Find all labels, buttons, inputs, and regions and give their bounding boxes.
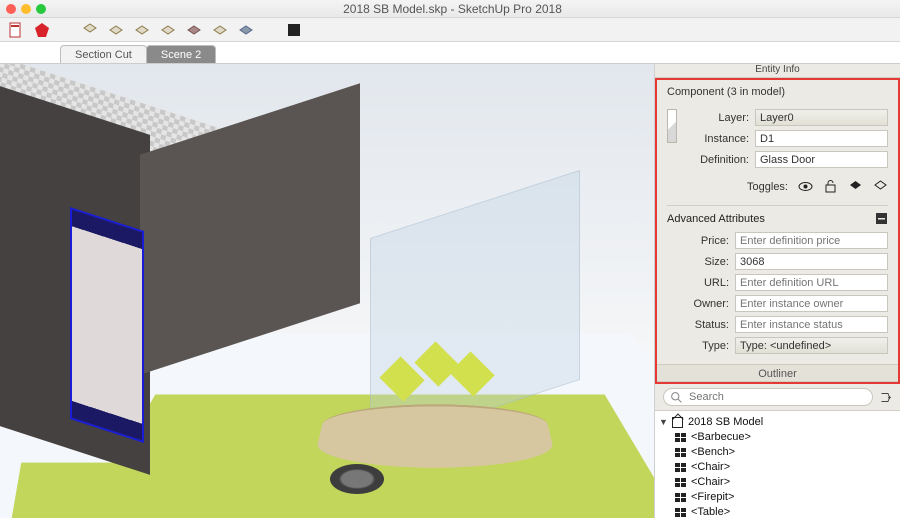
outliner-search-row (655, 384, 900, 411)
outliner-item-table[interactable]: <Table> (657, 505, 896, 518)
tab-section-cut[interactable]: Section Cut (60, 45, 147, 63)
status-label: Status: (667, 319, 729, 331)
definition-input[interactable] (755, 151, 888, 168)
component-icon (675, 478, 686, 487)
outliner-item-bench[interactable]: <Bench> (657, 445, 896, 460)
outliner-root[interactable]: ▼ 2018 SB Model (657, 415, 896, 430)
component-icon (675, 433, 686, 442)
type-select[interactable]: Type: <undefined> (735, 337, 888, 354)
outliner-root-label: 2018 SB Model (688, 415, 763, 430)
outliner-item-chair-2[interactable]: <Chair> (657, 475, 896, 490)
layers7-icon[interactable] (238, 22, 254, 38)
component-summary: Component (3 in model) (667, 86, 888, 98)
component-icon (675, 448, 686, 457)
layers3-icon[interactable] (134, 22, 150, 38)
inspector-column: Entity Info Component (3 in model) Layer… (655, 64, 900, 518)
price-input[interactable] (735, 232, 888, 249)
instance-input[interactable] (755, 130, 888, 147)
search-icon (670, 391, 683, 404)
component-thumbnail[interactable] (667, 109, 677, 143)
url-input[interactable] (735, 274, 888, 291)
size-label: Size: (667, 256, 729, 268)
size-input[interactable] (735, 253, 888, 270)
ruby-icon[interactable] (34, 22, 50, 38)
definition-label: Definition: (687, 154, 749, 166)
owner-label: Owner: (667, 298, 729, 310)
entity-info-title: Entity Info (655, 64, 900, 78)
outliner-item-barbecue[interactable]: <Barbecue> (657, 430, 896, 445)
type-label: Type: (667, 340, 729, 352)
outliner-title: Outliner (657, 364, 898, 382)
tab-scene-2[interactable]: Scene 2 (146, 45, 216, 63)
outliner-item-chair-1[interactable]: <Chair> (657, 460, 896, 475)
component-icon (675, 493, 686, 502)
toggles-label: Toggles: (747, 181, 788, 193)
status-input[interactable] (735, 316, 888, 333)
price-label: Price: (667, 235, 729, 247)
file-icon[interactable] (8, 22, 24, 38)
component-icon (675, 463, 686, 472)
outliner-search-input[interactable] (663, 388, 873, 406)
layer-label: Layer: (687, 112, 749, 124)
layers5-icon[interactable] (186, 22, 202, 38)
layer-select[interactable]: Layer0 (755, 109, 888, 126)
model-viewport[interactable] (0, 64, 655, 518)
window-title: 2018 SB Model.skp - SketchUp Pro 2018 (11, 2, 894, 16)
url-label: URL: (667, 277, 729, 289)
owner-input[interactable] (735, 295, 888, 312)
window-titlebar: 2018 SB Model.skp - SketchUp Pro 2018 (0, 0, 900, 18)
component-icon (675, 508, 686, 517)
shadow-cast-icon[interactable] (848, 179, 863, 194)
layers-icon[interactable] (82, 22, 98, 38)
layers6-icon[interactable] (212, 22, 228, 38)
outliner-menu-icon[interactable] (879, 391, 892, 404)
model-icon (672, 417, 683, 428)
disclosure-icon[interactable]: ▼ (659, 415, 667, 430)
visible-toggle-icon[interactable] (798, 179, 813, 194)
entity-info-panel: Component (3 in model) Layer: Layer0 Ins… (655, 78, 900, 384)
scene-tabs-bar: Section Cut Scene 2 (0, 42, 900, 64)
cube-icon[interactable] (286, 22, 302, 38)
advanced-attributes-title: Advanced Attributes (667, 213, 765, 225)
outliner-item-firepit[interactable]: <Firepit> (657, 490, 896, 505)
instance-label: Instance: (687, 133, 749, 145)
layers2-icon[interactable] (108, 22, 124, 38)
lock-toggle-icon[interactable] (823, 179, 838, 194)
layers4-icon[interactable] (160, 22, 176, 38)
outliner-tree[interactable]: ▼ 2018 SB Model <Barbecue> <Bench> <Chai… (655, 411, 900, 518)
shadow-receive-icon[interactable] (873, 179, 888, 194)
collapse-advanced-icon[interactable] (875, 212, 888, 225)
main-toolbar (0, 18, 900, 42)
